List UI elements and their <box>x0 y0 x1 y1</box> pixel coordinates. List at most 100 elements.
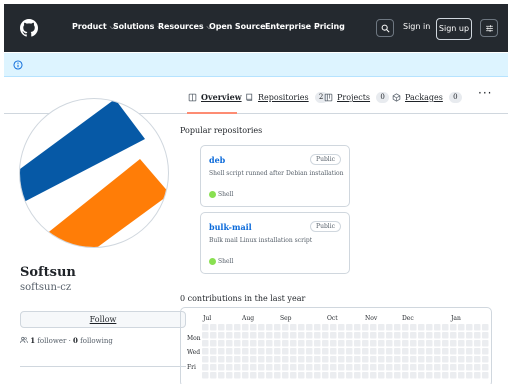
contribution-day-cell[interactable] <box>322 340 329 347</box>
contribution-day-cell[interactable] <box>330 364 337 371</box>
tab-packages[interactable]: Packages 0 <box>392 92 462 103</box>
contribution-day-cell[interactable] <box>434 332 441 339</box>
contribution-day-cell[interactable] <box>458 324 465 331</box>
contribution-day-cell[interactable] <box>426 372 433 379</box>
contribution-day-cell[interactable] <box>410 348 417 355</box>
contribution-day-cell[interactable] <box>298 356 305 363</box>
contribution-day-cell[interactable] <box>266 364 273 371</box>
contribution-day-cell[interactable] <box>226 340 233 347</box>
contribution-day-cell[interactable] <box>362 372 369 379</box>
contribution-day-cell[interactable] <box>210 332 217 339</box>
contribution-day-cell[interactable] <box>474 356 481 363</box>
contribution-day-cell[interactable] <box>362 364 369 371</box>
contribution-day-cell[interactable] <box>242 356 249 363</box>
contribution-day-cell[interactable] <box>386 356 393 363</box>
repo-name-link[interactable]: deb <box>209 155 225 165</box>
search-button[interactable] <box>376 19 394 37</box>
contribution-day-cell[interactable] <box>290 364 297 371</box>
sign-up-button[interactable]: Sign up <box>436 18 472 40</box>
contribution-day-cell[interactable] <box>362 348 369 355</box>
contribution-day-cell[interactable] <box>354 332 361 339</box>
contribution-day-cell[interactable] <box>410 324 417 331</box>
contribution-day-cell[interactable] <box>314 348 321 355</box>
contribution-day-cell[interactable] <box>466 324 473 331</box>
contribution-day-cell[interactable] <box>330 372 337 379</box>
contribution-day-cell[interactable] <box>386 332 393 339</box>
contribution-day-cell[interactable] <box>378 332 385 339</box>
contribution-day-cell[interactable] <box>370 324 377 331</box>
contribution-day-cell[interactable] <box>410 340 417 347</box>
contribution-day-cell[interactable] <box>338 372 345 379</box>
contribution-day-cell[interactable] <box>402 348 409 355</box>
contribution-day-cell[interactable] <box>282 364 289 371</box>
contribution-day-cell[interactable] <box>218 348 225 355</box>
contribution-day-cell[interactable] <box>330 324 337 331</box>
contribution-day-cell[interactable] <box>234 364 241 371</box>
contribution-day-cell[interactable] <box>378 372 385 379</box>
contribution-day-cell[interactable] <box>250 348 257 355</box>
contribution-day-cell[interactable] <box>394 332 401 339</box>
contribution-day-cell[interactable] <box>458 356 465 363</box>
contribution-day-cell[interactable] <box>402 332 409 339</box>
contribution-day-cell[interactable] <box>434 348 441 355</box>
contribution-day-cell[interactable] <box>298 364 305 371</box>
contribution-day-cell[interactable] <box>218 356 225 363</box>
contribution-day-cell[interactable] <box>370 372 377 379</box>
nav-enterprise[interactable]: Enterprise ⌵ <box>265 22 319 32</box>
contribution-day-cell[interactable] <box>450 356 457 363</box>
contribution-day-cell[interactable] <box>298 332 305 339</box>
contribution-day-cell[interactable] <box>482 348 489 355</box>
contribution-day-cell[interactable] <box>282 356 289 363</box>
contribution-day-cell[interactable] <box>386 340 393 347</box>
contribution-day-cell[interactable] <box>210 372 217 379</box>
contribution-day-cell[interactable] <box>450 340 457 347</box>
contribution-day-cell[interactable] <box>306 372 313 379</box>
contribution-day-cell[interactable] <box>370 348 377 355</box>
contribution-day-cell[interactable] <box>298 348 305 355</box>
contribution-day-cell[interactable] <box>274 372 281 379</box>
menu-button[interactable] <box>480 19 498 37</box>
contribution-day-cell[interactable] <box>298 340 305 347</box>
contribution-day-cell[interactable] <box>314 324 321 331</box>
contribution-day-cell[interactable] <box>442 372 449 379</box>
contribution-day-cell[interactable] <box>450 364 457 371</box>
contribution-day-cell[interactable] <box>330 356 337 363</box>
contribution-day-cell[interactable] <box>314 332 321 339</box>
contribution-day-cell[interactable] <box>290 348 297 355</box>
contribution-day-cell[interactable] <box>234 356 241 363</box>
contribution-day-cell[interactable] <box>482 332 489 339</box>
contribution-day-cell[interactable] <box>266 332 273 339</box>
tab-overview[interactable]: Overview <box>188 92 242 102</box>
contribution-day-cell[interactable] <box>258 356 265 363</box>
contribution-day-cell[interactable] <box>218 372 225 379</box>
contribution-day-cell[interactable] <box>242 340 249 347</box>
contribution-day-cell[interactable] <box>426 356 433 363</box>
contribution-day-cell[interactable] <box>338 356 345 363</box>
sign-in-link[interactable]: Sign in <box>403 22 430 31</box>
contribution-day-cell[interactable] <box>306 332 313 339</box>
contribution-day-cell[interactable] <box>362 340 369 347</box>
contribution-day-cell[interactable] <box>338 348 345 355</box>
contribution-day-cell[interactable] <box>314 340 321 347</box>
contribution-day-cell[interactable] <box>346 372 353 379</box>
contribution-day-cell[interactable] <box>338 340 345 347</box>
contribution-day-cell[interactable] <box>482 340 489 347</box>
contribution-day-cell[interactable] <box>458 364 465 371</box>
contribution-day-cell[interactable] <box>330 332 337 339</box>
contribution-day-cell[interactable] <box>322 356 329 363</box>
contribution-day-cell[interactable] <box>482 356 489 363</box>
contribution-day-cell[interactable] <box>322 364 329 371</box>
contribution-day-cell[interactable] <box>234 324 241 331</box>
contribution-day-cell[interactable] <box>378 340 385 347</box>
contribution-day-cell[interactable] <box>282 372 289 379</box>
contribution-day-cell[interactable] <box>266 372 273 379</box>
contribution-day-cell[interactable] <box>418 332 425 339</box>
contribution-day-cell[interactable] <box>354 356 361 363</box>
contribution-day-cell[interactable] <box>202 340 209 347</box>
contribution-day-cell[interactable] <box>210 324 217 331</box>
contribution-day-cell[interactable] <box>386 324 393 331</box>
contribution-day-cell[interactable] <box>338 364 345 371</box>
contribution-day-cell[interactable] <box>218 364 225 371</box>
contribution-day-cell[interactable] <box>250 356 257 363</box>
contribution-day-cell[interactable] <box>402 340 409 347</box>
